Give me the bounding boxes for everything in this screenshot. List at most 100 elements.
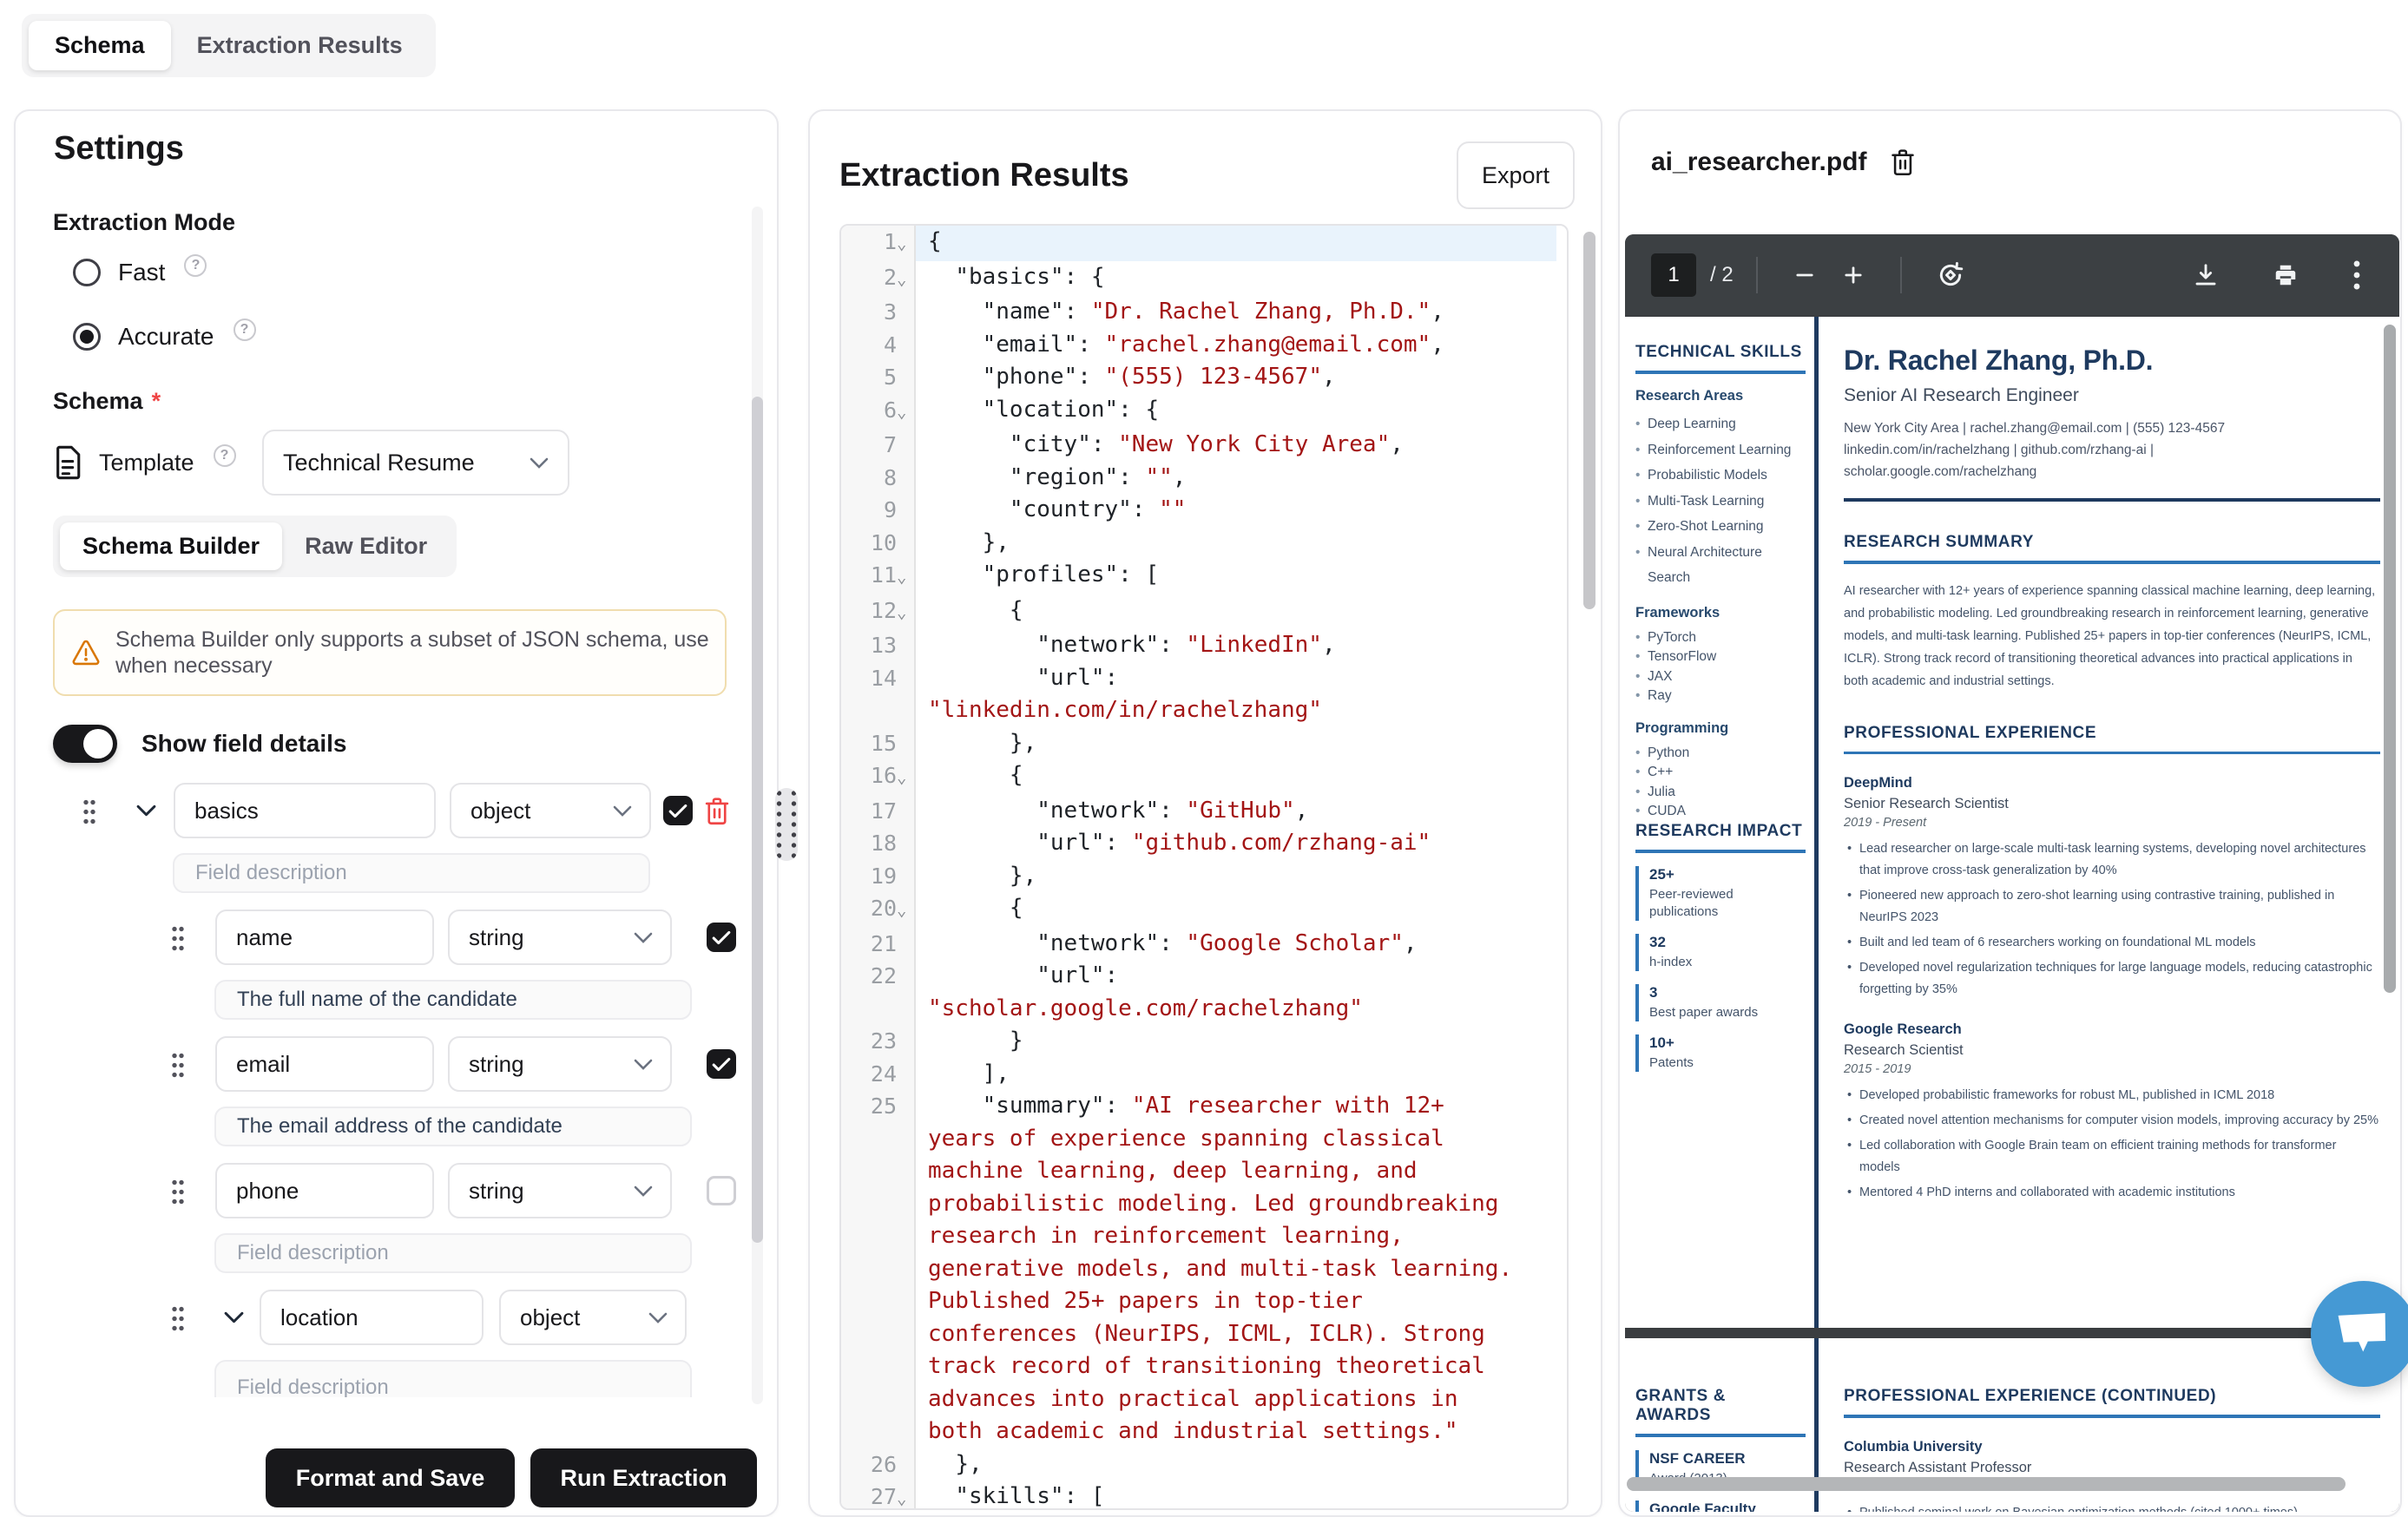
- field-name-input[interactable]: phone: [215, 1163, 434, 1218]
- editor-gutter[interactable]: 27⌄: [841, 1481, 916, 1510]
- editor-gutter[interactable]: 4: [841, 329, 916, 362]
- help-icon[interactable]: ?: [184, 254, 207, 277]
- editor-line: 4 "email": "rachel.zhang@email.com",: [841, 329, 1567, 362]
- editor-gutter[interactable]: 21: [841, 928, 916, 961]
- radio-fast-circle[interactable]: [73, 259, 101, 286]
- field-required-checkbox[interactable]: [707, 923, 736, 952]
- fold-spacer: [897, 494, 914, 527]
- json-editor[interactable]: 1⌄{2⌄ "basics": {3 "name": "Dr. Rachel Z…: [839, 224, 1569, 1510]
- field-type-select[interactable]: string: [448, 910, 672, 965]
- chat-bubble-button[interactable]: [2311, 1281, 2408, 1387]
- print-icon[interactable]: [2273, 262, 2299, 288]
- help-icon[interactable]: ?: [234, 319, 256, 341]
- field-description-input[interactable]: The full name of the candidate: [214, 980, 692, 1020]
- editor-gutter[interactable]: 20⌄: [841, 892, 916, 928]
- editor-gutter[interactable]: 19: [841, 860, 916, 893]
- field-type-select[interactable]: object: [499, 1290, 687, 1345]
- editor-gutter[interactable]: 22: [841, 960, 916, 1025]
- help-icon[interactable]: ?: [214, 444, 236, 467]
- tab-extraction-results[interactable]: Extraction Results: [171, 21, 429, 70]
- fold-arrow-icon[interactable]: ⌄: [897, 1481, 914, 1510]
- editor-gutter[interactable]: 1⌄: [841, 226, 916, 261]
- more-options-icon[interactable]: [2352, 260, 2361, 290]
- tab-schema[interactable]: Schema: [29, 21, 171, 70]
- editor-gutter[interactable]: 8: [841, 462, 916, 495]
- run-extraction-button[interactable]: Run Extraction: [530, 1448, 757, 1507]
- radio-accurate[interactable]: Accurate ?: [53, 321, 746, 352]
- drag-handle-icon[interactable]: [171, 923, 184, 951]
- chevron-down-icon[interactable]: [136, 804, 156, 817]
- editor-gutter[interactable]: 12⌄: [841, 594, 916, 630]
- fold-arrow-icon[interactable]: ⌄: [897, 261, 914, 297]
- editor-gutter[interactable]: 3: [841, 296, 916, 329]
- editor-gutter[interactable]: 17: [841, 795, 916, 828]
- tab-schema-builder[interactable]: Schema Builder: [60, 522, 282, 570]
- editor-gutter[interactable]: 2⌄: [841, 261, 916, 297]
- drag-handle-icon[interactable]: [171, 1177, 184, 1205]
- fold-arrow-icon[interactable]: ⌄: [897, 226, 914, 261]
- field-name-input[interactable]: email: [215, 1036, 434, 1092]
- drag-handle-icon[interactable]: [171, 1304, 184, 1331]
- editor-gutter[interactable]: 26: [841, 1448, 916, 1481]
- tab-raw-editor[interactable]: Raw Editor: [282, 522, 450, 570]
- editor-gutter[interactable]: 13: [841, 629, 916, 662]
- fold-arrow-icon[interactable]: ⌄: [897, 759, 914, 795]
- field-type-select[interactable]: string: [448, 1036, 672, 1092]
- format-and-save-button[interactable]: Format and Save: [266, 1448, 515, 1507]
- show-field-details-toggle[interactable]: [53, 725, 117, 763]
- settings-panel: Settings Extraction Mode Fast ? Accurate…: [14, 109, 779, 1517]
- pdf-vertical-scrollbar[interactable]: [2384, 325, 2396, 993]
- field-required-checkbox[interactable]: [707, 1049, 736, 1079]
- editor-gutter[interactable]: 18: [841, 827, 916, 860]
- field-description-input[interactable]: Field description: [173, 853, 650, 893]
- field-name-input[interactable]: name: [215, 910, 434, 965]
- zoom-in-button[interactable]: [1841, 263, 1865, 287]
- fold-arrow-icon[interactable]: ⌄: [897, 892, 914, 928]
- field-type-select[interactable]: object: [450, 783, 651, 838]
- delete-field-icon[interactable]: [704, 797, 730, 825]
- field-required-checkbox[interactable]: [707, 1176, 736, 1205]
- editor-gutter[interactable]: 5: [841, 361, 916, 394]
- editor-code: {: [916, 594, 1519, 630]
- editor-gutter[interactable]: 25: [841, 1090, 916, 1448]
- chevron-down-icon[interactable]: [224, 1311, 244, 1323]
- field-name-input[interactable]: basics: [174, 783, 436, 838]
- editor-gutter[interactable]: 11⌄: [841, 559, 916, 594]
- template-select[interactable]: Technical Resume: [262, 430, 569, 496]
- page-number-input[interactable]: 1: [1651, 253, 1696, 297]
- fold-arrow-icon[interactable]: ⌄: [897, 394, 914, 430]
- line-number: 1: [884, 226, 897, 261]
- field-type-select[interactable]: string: [448, 1163, 672, 1218]
- editor-gutter[interactable]: 9: [841, 494, 916, 527]
- field-required-checkbox[interactable]: [663, 796, 693, 825]
- export-button[interactable]: Export: [1457, 141, 1575, 209]
- pdf-horizontal-scrollbar[interactable]: [1627, 1477, 2345, 1491]
- editor-gutter[interactable]: 24: [841, 1058, 916, 1091]
- radio-fast[interactable]: Fast ?: [53, 257, 746, 288]
- editor-gutter[interactable]: 23: [841, 1025, 916, 1058]
- field-name-input[interactable]: location: [260, 1290, 484, 1345]
- editor-gutter[interactable]: 16⌄: [841, 759, 916, 795]
- editor-gutter[interactable]: 15: [841, 727, 916, 760]
- drag-handle-icon[interactable]: [171, 1050, 184, 1078]
- editor-gutter[interactable]: 6⌄: [841, 394, 916, 430]
- editor-gutter[interactable]: 7: [841, 429, 916, 462]
- delete-file-icon[interactable]: [1891, 148, 1915, 176]
- rotate-button[interactable]: [1937, 261, 1964, 289]
- json-text: "email":: [928, 332, 1105, 358]
- panel-resize-handle[interactable]: [775, 788, 798, 861]
- zoom-out-button[interactable]: [1793, 263, 1817, 287]
- fold-arrow-icon[interactable]: ⌄: [897, 594, 914, 630]
- settings-scrollbar-thumb[interactable]: [752, 397, 763, 1243]
- editor-gutter[interactable]: 10: [841, 527, 916, 560]
- field-description-input[interactable]: Field description: [214, 1233, 692, 1273]
- stat-number: NSF CAREER: [1649, 1450, 1806, 1468]
- field-description-input[interactable]: Field description: [214, 1360, 692, 1397]
- drag-handle-icon[interactable]: [82, 797, 95, 824]
- editor-gutter[interactable]: 14: [841, 662, 916, 727]
- field-description-input[interactable]: The email address of the candidate: [214, 1107, 692, 1146]
- download-icon[interactable]: [2193, 262, 2219, 288]
- fold-arrow-icon[interactable]: ⌄: [897, 559, 914, 594]
- radio-accurate-circle[interactable]: [73, 323, 101, 351]
- editor-scrollbar-thumb[interactable]: [1583, 232, 1595, 609]
